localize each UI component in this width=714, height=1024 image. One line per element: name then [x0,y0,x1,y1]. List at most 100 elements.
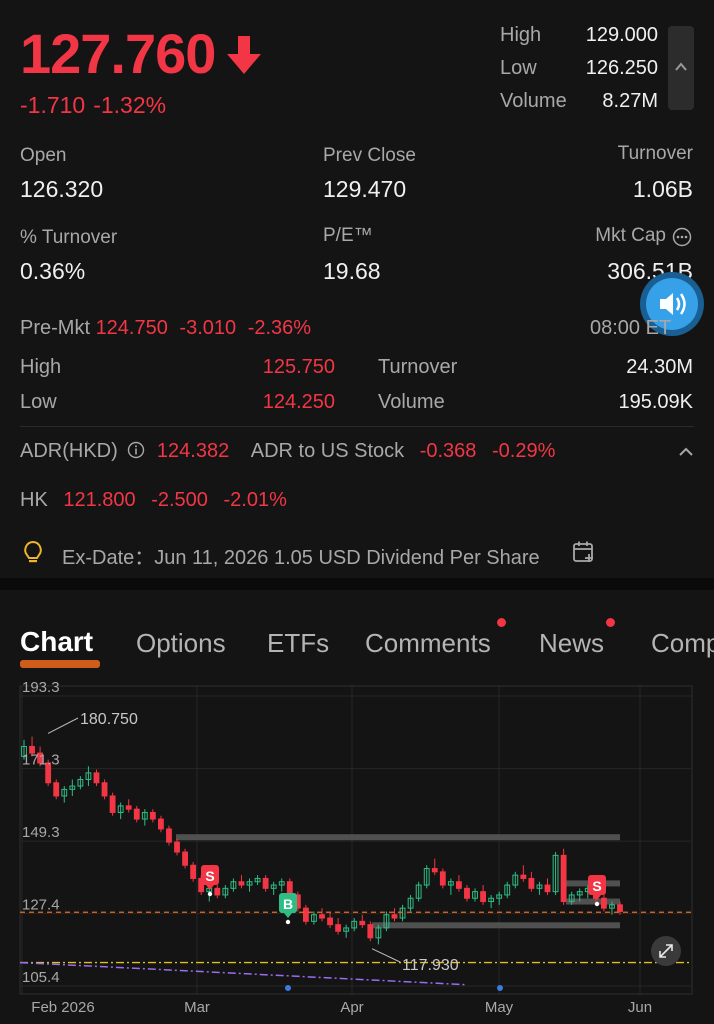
premarket-change: -3.010 [179,317,237,339]
high-marker-leader [47,717,79,734]
tab-comments[interactable]: Comments [365,628,491,659]
x-tick-label: May [485,999,514,1016]
candle-body [262,877,269,889]
high-marker-label: 180.750 [80,711,138,728]
mkt-cap-label: Mkt Cap [595,225,666,246]
turnover-label: Turnover [617,143,693,164]
candle-body [166,828,172,843]
y-tick-label: 127.4 [22,896,60,913]
more-icon[interactable] [672,227,692,247]
pe-label: P/E™ [323,225,373,246]
price-chart[interactable]: 193.3 171.3 149.3 127.4 105.4 Feb 2026 Mar Apr M… [0,680,714,1024]
premarket-turnover-value: 24.30M [626,356,693,378]
chevron-up-icon[interactable] [676,442,696,462]
premarket-low-label: Low [20,391,57,413]
change-percent: -1.32% [93,92,167,118]
candle-body [520,874,527,879]
candle-body [600,897,607,909]
calendar-add-icon[interactable] [572,540,596,564]
y-tick-label: 105.4 [22,969,60,986]
sell-marker-label: S [205,868,214,884]
active-tab-indicator [20,660,100,668]
hk-price: 121.800 [63,489,136,511]
adr-to-us-label: ADR to US Stock [250,440,405,462]
y-tick-label: 171.3 [22,752,60,769]
dividend-text: Ex-Date：Jun 11, 2026 1.05 USD Dividend P… [62,547,540,569]
tab-comp[interactable]: Comp [651,628,714,659]
tab-news[interactable]: News [539,628,604,659]
premarket-label: Pre-Mkt [20,317,90,339]
tab-options[interactable]: Options [136,628,226,659]
collapse-toggle[interactable] [668,26,694,110]
premarket-turnover-label: Turnover [378,356,458,378]
x-tick-label: Jun [628,999,652,1016]
candle-body [302,907,309,922]
x-tick-label: Apr [340,999,363,1016]
prev-close-label: Prev Close [323,145,416,166]
candle-body [149,811,156,820]
candle-body [286,881,293,896]
candle-body [439,871,446,886]
candle-body [158,818,164,830]
lightbulb-icon [24,540,42,563]
premarket-row: Pre-Mkt 124.750 -3.010 -2.36% [20,317,311,340]
turnover-value: 1.06B [632,176,693,202]
candle-body [480,891,486,903]
low-marker-leader [371,948,401,963]
candle-body [238,881,245,886]
hk-row: HK 121.800 -2.500 -2.01% [20,489,287,512]
x-tick-label: Mar [184,999,210,1016]
tab-etfs[interactable]: ETFs [267,628,329,659]
info-icon[interactable] [127,441,145,459]
comments-notification-dot [497,618,506,627]
premarket-high-label: High [20,356,62,378]
candle-body [319,914,325,919]
open-value: 126.320 [20,176,104,202]
candle-body [182,851,188,866]
x-tick-label: Feb 2026 [31,999,94,1016]
candle-body [174,841,180,853]
prev-close-value: 129.470 [323,176,407,202]
candle-body [560,854,567,903]
candle-body [431,868,438,873]
candle-body [367,924,374,939]
candle-body [544,884,551,893]
last-price: 127.760 [20,22,216,85]
support-level [372,922,620,929]
adr-to-us-pct: -0.29% [492,440,556,462]
event-dot [497,985,503,991]
premarket-high-value: 125.750 [262,356,335,378]
candle-body [133,808,140,820]
hk-change: -2.500 [151,489,208,511]
adr-to-us-change: -0.368 [419,440,477,462]
candle-body [456,881,462,889]
y-tick-label: 149.3 [22,824,60,841]
divider [20,426,694,427]
candle-body [617,904,623,912]
sell-marker-label: S [592,878,601,894]
buy-marker-label: B [283,896,293,912]
candle-body [190,864,197,879]
candle-body [464,887,470,899]
y-tick-label: 193.3 [22,680,60,696]
pct-turnover-label: % Turnover [20,227,118,248]
candle-body [101,782,108,797]
candle-body [335,924,342,932]
low-value: 126.250 [585,57,658,79]
candle-body [93,772,100,784]
pe-value: 19.68 [323,258,381,284]
candle-body [327,917,333,926]
candle-body [53,782,60,797]
tab-chart[interactable]: Chart [20,626,93,658]
volume-value: 8.27M [602,90,658,112]
candle-body [391,914,398,919]
high-value: 129.000 [585,24,658,46]
hk-label: HK [20,489,48,511]
adr-row: ADR(HKD) 124.382 ADR to US Stock -0.368 … [20,440,555,463]
premarket-change-pct: -2.36% [247,317,312,339]
low-marker-label: 117.930 [402,957,459,974]
marker-anchor-dot [285,919,291,925]
open-label: Open [20,145,67,166]
volume-label: Volume [500,90,567,112]
expand-icon[interactable] [651,936,681,966]
